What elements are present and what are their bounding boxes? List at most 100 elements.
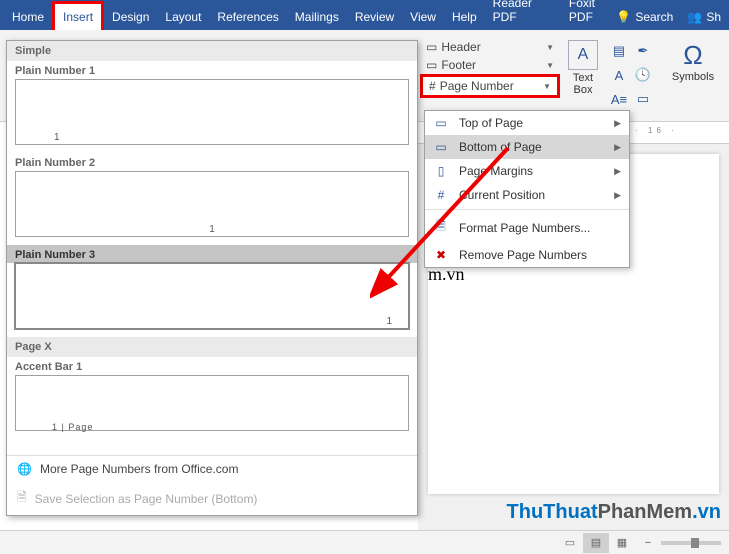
gallery-item-label-3: Plain Number 3 [7,245,417,263]
search-label: Search [635,10,673,24]
more-page-numbers-label: More Page Numbers from Office.com [40,462,239,476]
format-icon: 🗎 [433,217,449,238]
save-selection-label: Save Selection as Page Number (Bottom) [35,492,258,506]
header-icon: ▭ [426,40,437,54]
header-dropdown[interactable]: ▭ Header ▼ [420,38,560,56]
preview-accent: 1 | Page [52,422,93,432]
tab-references[interactable]: References [209,4,286,30]
textbox-icon[interactable]: A [568,40,598,70]
page-bottom-icon: ▭ [433,140,449,154]
symbols-group: Ω Symbols [666,40,720,83]
office-icon: 🌐 [17,462,32,476]
menu-remove-page-numbers[interactable]: ✖ Remove Page Numbers [425,243,629,267]
page-number-label: Page Number [440,79,514,93]
wordart-button[interactable]: A [608,64,630,86]
menu-format-page-numbers[interactable]: 🗎 Format Page Numbers... [425,212,629,243]
view-web-layout-button[interactable]: ▦ [609,533,635,553]
gallery-item-plain-3[interactable]: 1 [15,263,409,329]
menu-label: Bottom of Page [459,140,542,154]
watermark-part2: PhanMem [598,501,692,523]
chevron-right-icon: ▶ [614,190,621,201]
share-icon: 👥 [687,10,702,24]
header-footer-group: ▭ Header ▼ ▭ Footer ▼ # Page Number ▼ [420,34,560,114]
menu-label: Remove Page Numbers [459,248,587,262]
menu-current-position[interactable]: # Current Position ▶ [425,183,629,207]
drop-cap-button[interactable]: A≡ [608,88,630,110]
page-number-icon: # [429,79,436,93]
tab-help[interactable]: Help [444,4,485,30]
object-button[interactable]: ▭ [632,88,654,110]
more-page-numbers-office[interactable]: 🌐 More Page Numbers from Office.com [7,456,417,482]
menu-label: Top of Page [459,116,523,130]
chevron-down-icon: ▼ [546,61,554,70]
menu-label: Current Position [459,188,545,202]
menu-top-of-page[interactable]: ▭ Top of Page ▶ [425,111,629,135]
page-margins-icon: ▯ [433,164,449,178]
preview-number: 1 [54,132,60,143]
chevron-right-icon: ▶ [614,142,621,153]
tab-insert[interactable]: Insert [52,1,104,30]
page-number-gallery: Simple Plain Number 1 1 Plain Number 2 1… [6,40,418,516]
page-number-dropdown[interactable]: # Page Number ▼ [420,74,560,98]
symbols-icon[interactable]: Ω [666,40,720,71]
gallery-item-accent-bar-1[interactable]: 1 | Page [15,375,409,431]
tab-foxit-reader-pdf[interactable]: Foxit Reader PDF [485,0,561,30]
current-position-icon: # [433,188,449,202]
gallery-item-plain-1[interactable]: 1 [15,79,409,145]
preview-number: 1 [386,316,392,327]
bulb-icon: 💡 [616,10,631,24]
share-button[interactable]: 👥 Sh [679,4,729,30]
zoom-slider[interactable] [661,541,721,545]
gallery-item-label-1: Plain Number 1 [7,61,417,79]
chevron-down-icon: ▼ [546,43,554,52]
tab-design[interactable]: Design [104,4,157,30]
tab-home[interactable]: Home [4,4,52,30]
page-top-icon: ▭ [433,116,449,130]
share-label: Sh [706,10,721,24]
menu-label: Page Margins [459,164,533,178]
tab-layout[interactable]: Layout [157,4,209,30]
date-time-button[interactable]: 🕓 [632,64,654,86]
preview-number: 1 [209,224,215,235]
save-selection-as-page-number: 🗎 Save Selection as Page Number (Bottom) [7,482,417,515]
symbols-label: Symbols [666,71,720,83]
tab-foxit-pdf[interactable]: Foxit PDF [561,0,610,30]
gallery-item-label-accent: Accent Bar 1 [7,357,417,375]
footer-icon: ▭ [426,58,437,72]
view-print-layout-button[interactable]: ▤ [583,533,609,553]
tab-view[interactable]: View [402,4,444,30]
menu-page-margins[interactable]: ▯ Page Margins ▶ [425,159,629,183]
save-icon: 🗎 [17,488,27,509]
watermark: ThuThuatPhanMem.vn [507,501,721,524]
chevron-down-icon: ▼ [543,82,551,91]
signature-line-button[interactable]: ✒ [632,40,654,62]
menu-label: Format Page Numbers... [459,221,590,235]
text-parts-group: ▤ ✒ A 🕓 A≡ ▭ [608,40,660,112]
watermark-part3: .vn [692,501,721,523]
menu-separator [425,209,629,210]
ribbon-tabs: Home Insert Design Layout References Mai… [0,0,729,30]
page-number-menu: ▭ Top of Page ▶ ▭ Bottom of Page ▶ ▯ Pag… [424,110,630,268]
status-bar: ▭ ▤ ▦ − [0,530,729,554]
gallery-section-pagex: Page X [7,337,417,357]
tab-review[interactable]: Review [347,4,402,30]
gallery-item-plain-2[interactable]: 1 [15,171,409,237]
textbox-group: A Text Box [562,40,604,96]
chevron-right-icon: ▶ [614,166,621,177]
quick-parts-button[interactable]: ▤ [608,40,630,62]
footer-label: Footer [441,58,476,72]
tab-mailings[interactable]: Mailings [287,4,347,30]
search-box[interactable]: 💡 Search [610,4,679,30]
watermark-part1: ThuThuat [507,501,598,523]
chevron-right-icon: ▶ [614,118,621,129]
view-read-mode-button[interactable]: ▭ [557,533,583,553]
header-label: Header [441,40,480,54]
zoom-out-button[interactable]: − [635,533,661,553]
gallery-item-label-2: Plain Number 2 [7,153,417,171]
textbox-label: Text Box [562,72,604,96]
gallery-scroll[interactable]: Simple Plain Number 1 1 Plain Number 2 1… [7,41,417,455]
gallery-section-simple: Simple [7,41,417,61]
remove-icon: ✖ [433,248,449,262]
footer-dropdown[interactable]: ▭ Footer ▼ [420,56,560,74]
menu-bottom-of-page[interactable]: ▭ Bottom of Page ▶ [425,135,629,159]
